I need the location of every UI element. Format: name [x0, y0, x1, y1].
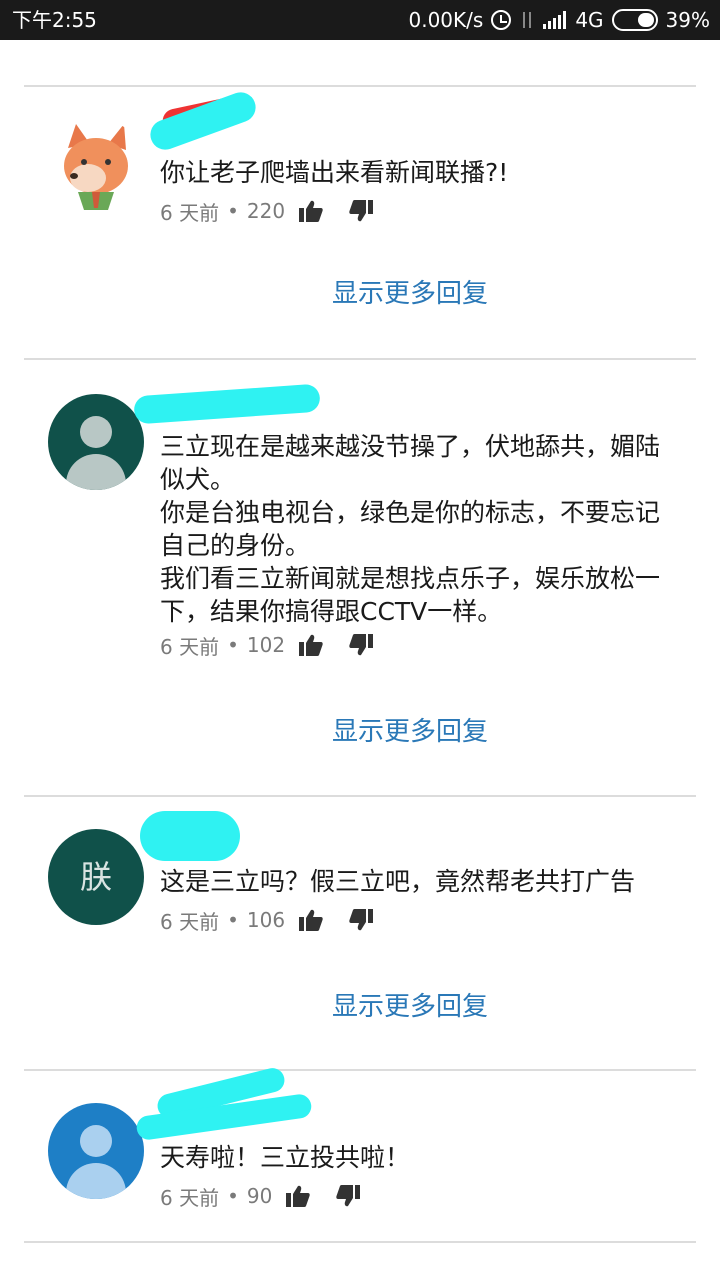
status-bar: 下午2:55 0.00K/s 4G 39%	[0, 0, 720, 40]
show-more-replies-button[interactable]: 显示更多回复	[0, 276, 720, 312]
show-more-replies-button[interactable]: 显示更多回复	[0, 714, 720, 750]
like-count: 102	[246, 633, 286, 657]
like-count: 90	[246, 1184, 273, 1208]
thumb-up-icon[interactable]	[286, 1185, 311, 1207]
thumb-down-icon[interactable]	[349, 634, 374, 656]
comment-time: 6 天前	[160, 909, 220, 934]
author-name-redacted	[133, 383, 324, 426]
thumb-down-icon[interactable]	[349, 200, 374, 222]
divider	[24, 1241, 696, 1243]
comment-meta: 6 天前 • 220	[160, 196, 374, 226]
network-type: 4G	[575, 8, 604, 32]
comment-time: 6 天前	[160, 1185, 220, 1210]
data-arrows-icon	[519, 10, 535, 30]
comment-time: 6 天前	[160, 200, 220, 225]
divider	[24, 795, 696, 797]
thumb-down-icon[interactable]	[349, 909, 374, 931]
comment-text: 你让老子爬墙出来看新闻联播?!	[160, 158, 509, 187]
author-name-redacted	[146, 88, 318, 154]
like-count: 220	[246, 199, 286, 223]
letter-avatar[interactable]: 朕	[48, 829, 144, 925]
show-more-replies-button[interactable]: 显示更多回复	[0, 989, 720, 1025]
like-count: 106	[246, 908, 286, 932]
comment-text: 三立现在是越来越没节操了，伏地舔共，媚陆似犬。 你是台独电视台，绿色是你的标志，…	[160, 432, 661, 626]
divider	[24, 85, 696, 87]
thumb-up-icon[interactable]	[299, 634, 323, 656]
comment-meta: 6 天前 • 102	[160, 630, 374, 660]
status-right-group: 0.00K/s 4G 39%	[409, 6, 711, 34]
alarm-icon	[491, 10, 512, 30]
divider	[24, 1069, 696, 1071]
author-name-redacted	[140, 811, 260, 861]
comment-time: 6 天前	[160, 634, 220, 659]
battery-icon	[611, 9, 658, 31]
comment-text: 天寿啦！三立投共啦！	[160, 1143, 411, 1172]
author-name-redacted	[135, 1065, 316, 1142]
signal-icon	[543, 11, 567, 29]
default-avatar[interactable]	[48, 394, 144, 490]
status-time: 下午2:55	[12, 8, 97, 32]
network-speed: 0.00K/s	[408, 8, 484, 32]
comment-meta: 6 天前 • 90	[160, 1181, 361, 1211]
divider	[24, 358, 696, 360]
comment-meta: 6 天前 • 106	[160, 905, 374, 935]
default-avatar[interactable]	[48, 1103, 144, 1199]
thumb-down-icon[interactable]	[336, 1185, 361, 1207]
thumb-up-icon[interactable]	[299, 200, 323, 222]
comment-text: 这是三立吗？假三立吧，竟然帮老共打广告	[160, 867, 636, 896]
thumb-up-icon[interactable]	[299, 909, 323, 931]
battery-percent: 39%	[665, 8, 710, 32]
fox-avatar[interactable]	[48, 118, 144, 214]
